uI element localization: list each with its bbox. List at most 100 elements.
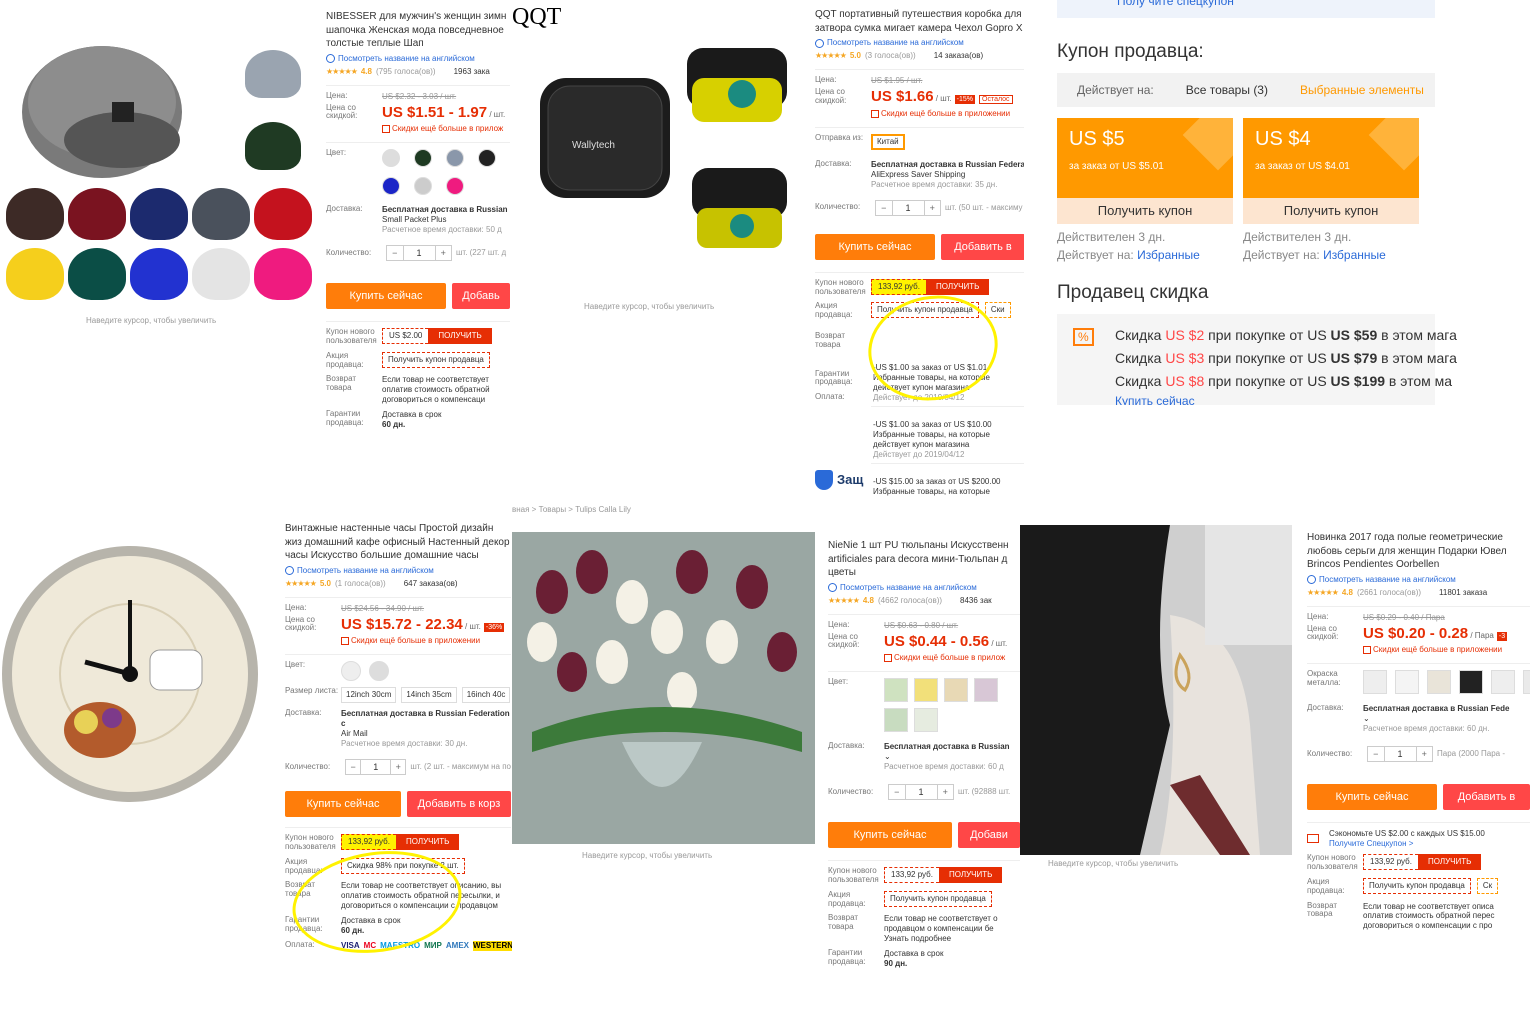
clock-image[interactable] <box>0 540 268 808</box>
size-option[interactable]: 14inch 35cm <box>401 687 457 704</box>
delivery-row: Доставка: Бесплатная доставка в Russian F… <box>1307 703 1510 734</box>
beanie-yellow[interactable] <box>6 248 64 300</box>
beanie-navy[interactable] <box>130 188 188 240</box>
beanie-blue[interactable] <box>130 248 188 300</box>
buy-now-button[interactable]: Купить сейчас <box>326 283 446 310</box>
translate-link[interactable]: Посмотреть название на английском <box>815 38 1024 48</box>
tulip-color-option[interactable] <box>914 678 938 703</box>
selected-items-link[interactable]: Избранные <box>1137 248 1200 262</box>
metal-option[interactable] <box>1395 670 1419 695</box>
metal-option[interactable] <box>1491 670 1515 695</box>
add-to-cart-button[interactable]: Добави <box>958 822 1020 849</box>
app-discount-link[interactable]: Скидки ещё больше в приложении <box>871 109 1013 119</box>
beanie-white[interactable] <box>192 248 250 300</box>
tab-all-products[interactable]: Все товары (3) <box>1186 83 1268 97</box>
tulip-color-option[interactable] <box>914 708 938 733</box>
beanie-brown[interactable] <box>6 188 64 240</box>
beanie-red[interactable] <box>254 188 312 240</box>
coupon-option-3[interactable]: -US $15.00 за заказ от US $200.00 Избран… <box>871 474 1024 500</box>
get-coupon-button[interactable]: ПОЛУЧИТЬ <box>428 328 492 345</box>
swatch-blue[interactable] <box>382 177 400 196</box>
metal-option[interactable] <box>1427 670 1451 695</box>
ship-from-option[interactable]: Китай <box>871 133 905 150</box>
selected-items-link[interactable]: Избранные <box>1323 248 1386 262</box>
get-coupon-button[interactable]: Получить купон <box>1243 198 1419 224</box>
swatch-white[interactable] <box>382 149 400 168</box>
quantity-stepper[interactable]: −1 + <box>1367 746 1433 763</box>
get-coupon-button[interactable]: ПОЛУЧИТЬ <box>1417 854 1482 871</box>
tulip-color-option[interactable] <box>884 678 908 703</box>
app-discount-link[interactable]: Скидки ещё больше в прилож <box>382 124 505 134</box>
translate-link[interactable]: Посмотреть название на английском <box>1307 575 1530 585</box>
quantity-stepper[interactable]: −1 + <box>875 199 941 216</box>
beanie-charcoal[interactable] <box>192 188 250 240</box>
tulip-color-option[interactable] <box>974 678 998 703</box>
get-coupon-button[interactable]: ПОЛУЧИТЬ <box>395 834 460 851</box>
metal-option[interactable] <box>1363 670 1387 695</box>
beanie-main-image[interactable] <box>10 22 210 182</box>
beanie-wine[interactable] <box>68 188 126 240</box>
buy-now-button[interactable]: Купить сейчас <box>828 822 952 849</box>
seller-coupon-dropdown[interactable]: Получить купон продавца <box>1363 878 1471 895</box>
add-to-cart-button[interactable]: Добавить в корз <box>407 791 511 818</box>
translate-link[interactable]: Посмотреть название на английском <box>285 566 511 576</box>
buy-now-button[interactable]: Купить сейчас <box>1307 784 1437 811</box>
get-coupon-button[interactable]: ПОЛУЧИТЬ <box>925 278 990 295</box>
buy-now-button[interactable]: Купить сейчас <box>815 233 935 260</box>
camera-case-image[interactable]: Wallytech <box>532 18 802 288</box>
earrings-image[interactable] <box>1020 525 1292 855</box>
quantity-stepper[interactable]: −1 + <box>345 759 407 776</box>
seller-promo-row: Акция продавца: Получить купон продавца Ск <box>1307 877 1530 896</box>
app-discount-link[interactable]: Скидки ещё больше в прилож <box>884 653 1007 663</box>
discount-item: Скидка US $2 при покупке от US US $59 в … <box>1115 327 1457 343</box>
get-coupon-button[interactable]: ПОЛУЧИТЬ <box>938 867 1003 884</box>
swatch-lightgrey[interactable] <box>414 177 432 196</box>
tab-selected-items[interactable]: Выбранные элементы <box>1300 83 1424 97</box>
stars-icon: ★★★★★ <box>815 51 847 60</box>
stars-icon: ★★★★★ <box>326 66 358 76</box>
beanie-teal[interactable] <box>68 248 126 300</box>
clock-color-option[interactable] <box>369 661 389 682</box>
mir-icon: МИР <box>424 941 442 951</box>
beanie-pink[interactable] <box>254 248 312 300</box>
clock-color-option[interactable] <box>341 661 361 682</box>
translate-link[interactable]: Посмотреть название на английском <box>828 583 1020 593</box>
product-panel-earrings: Наведите курсор, чтобы увеличить Новинка… <box>1020 515 1530 1020</box>
buy-now-button[interactable]: Купить сейчас <box>285 791 401 818</box>
seller-coupon-dropdown[interactable]: Получить купон продавца <box>382 351 490 368</box>
buy-now-link[interactable]: Купить сейчас <box>1115 393 1435 405</box>
add-to-cart-button[interactable]: Добавь <box>451 283 510 310</box>
size-option[interactable]: 16inch 40c <box>461 687 511 704</box>
tulip-color-option[interactable] <box>884 708 908 733</box>
seller-coupon-dropdown[interactable]: Получить купон продавца <box>884 890 992 907</box>
tulip-color-option[interactable] <box>944 678 968 703</box>
coupon-filter-tabs: Действует на: Все товары (3) Выбранные э… <box>1057 73 1435 107</box>
swatch-pink[interactable] <box>446 177 464 196</box>
thumb-grey[interactable] <box>245 50 301 98</box>
add-to-cart-button[interactable]: Добавить в <box>941 233 1024 260</box>
tulips-image[interactable] <box>512 532 815 844</box>
swatch-grey[interactable] <box>446 149 464 168</box>
get-coupon-button[interactable]: Получить купон <box>1057 198 1233 224</box>
swatch-black[interactable] <box>478 149 496 168</box>
quantity-stepper[interactable]: −1 + <box>386 245 452 262</box>
metal-option[interactable] <box>1523 670 1530 695</box>
quantity-stepper[interactable]: −1 + <box>888 784 954 801</box>
breadcrumb[interactable]: вная > Товары > Tulips Calla Lily <box>512 505 631 514</box>
metal-option[interactable] <box>1459 670 1483 695</box>
app-discount-link[interactable]: Скидки ещё больше в приложении <box>341 636 504 646</box>
special-coupon-link[interactable]: Получите Спецкупон > <box>1329 839 1485 849</box>
qr-icon <box>884 654 892 663</box>
delivery-row: Доставка: Бесплатная доставка в Russian ⌄ Р… <box>828 741 1010 772</box>
coupon-option-2[interactable]: -US $1.00 за заказ от US $10.00 Избранны… <box>871 417 1024 464</box>
size-option[interactable]: 12inch 30cm <box>341 687 397 704</box>
globe-icon <box>828 583 837 592</box>
swatch-green[interactable] <box>414 149 432 168</box>
app-discount-link[interactable]: Скидки ещё больше в приложении <box>1363 645 1507 655</box>
thumb-green[interactable] <box>245 122 301 170</box>
globe-icon <box>1307 575 1316 584</box>
special-coupon-bar[interactable]: Полу чите спецкупон <box>1057 0 1435 18</box>
translate-link[interactable]: Посмотреть название на английском <box>326 54 510 64</box>
add-to-cart-button[interactable]: Добавить в <box>1443 784 1530 811</box>
zoom-hint: Наведите курсор, чтобы увеличить <box>86 316 217 325</box>
